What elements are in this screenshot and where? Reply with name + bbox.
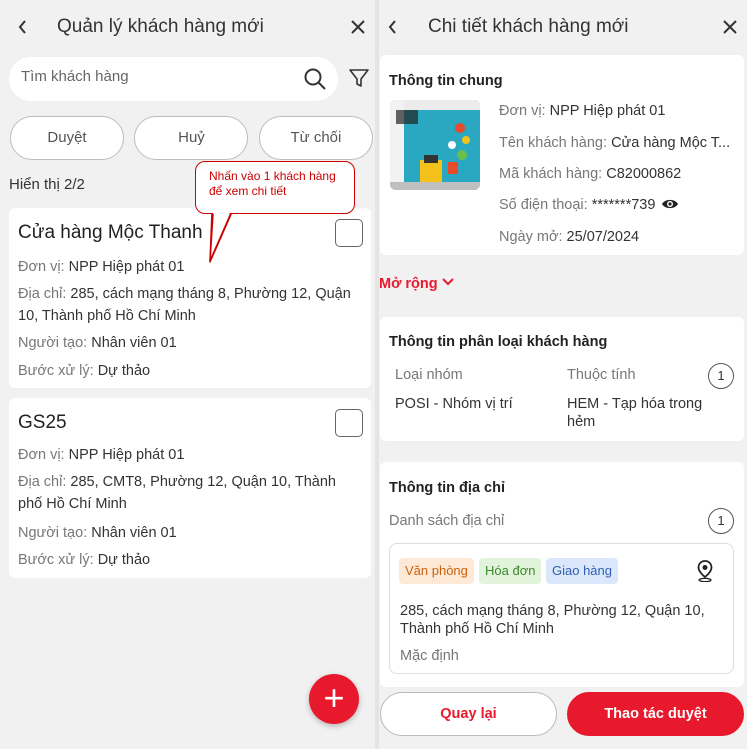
tag-delivery: Giao hàng [546, 558, 618, 584]
section-title: Thông tin phân loại khách hàng [389, 334, 608, 350]
section-title: Thông tin địa chỉ [389, 480, 505, 496]
customer-card[interactable]: GS25 Đơn vị: NPP Hiệp phát 01 Địa chỉ: 2… [9, 398, 371, 578]
address-item[interactable]: Văn phòng Hóa đơn Giao hàng 285, cách mạ… [389, 543, 734, 674]
classification-section: Thông tin phân loại khách hàng Loại nhóm… [380, 317, 744, 441]
chevron-left-icon [18, 20, 26, 34]
back-action-button[interactable]: Quay lại [380, 692, 557, 736]
step-row: Bước xử lý: Dự thảo [18, 363, 151, 379]
add-customer-button[interactable]: + [309, 674, 359, 724]
step-row: Bước xử lý: Dự thảo [18, 552, 151, 568]
customer-card[interactable]: Cửa hàng Mộc Thanh Đơn vị: NPP Hiệp phát… [9, 208, 371, 388]
select-checkbox[interactable] [335, 409, 363, 437]
customer-name-row: Tên khách hàng: Cửa hàng Mộc T... [499, 135, 731, 151]
address-count-badge: 1 [708, 508, 734, 534]
default-label: Mặc định [400, 648, 459, 664]
close-icon [351, 20, 365, 34]
list-header: Quản lý khách hàng mới [0, 0, 375, 54]
store-photo[interactable] [390, 100, 480, 190]
close-icon [723, 20, 737, 34]
map-pin-icon[interactable] [697, 560, 713, 582]
expand-toggle[interactable]: Mở rộng [379, 276, 454, 292]
classification-count-badge: 1 [708, 363, 734, 389]
customer-detail-screen: Chi tiết khách hàng mới Thông tin chung [379, 0, 747, 749]
chip-reject[interactable]: Từ chối [258, 116, 373, 160]
unit-row: Đơn vị: NPP Hiệp phát 01 [18, 259, 185, 275]
group-type-label: Loại nhóm [395, 367, 463, 383]
address-row: Địa chỉ: 285, CMT8, Phường 12, Quận 10, … [18, 474, 336, 512]
phone-row: Số điện thoại: *******739 [499, 197, 679, 213]
creator-row: Người tạo: Nhân viên 01 [18, 525, 177, 541]
address-text: 285, cách mạng tháng 8, Phường 12, Quận … [400, 603, 705, 637]
approve-action-button[interactable]: Thao tác duyệt [567, 692, 744, 736]
tag-office: Văn phòng [399, 558, 474, 584]
search-bar [9, 57, 338, 101]
page-title: Quản lý khách hàng mới [57, 16, 264, 37]
creator-row: Người tạo: Nhân viên 01 [18, 335, 177, 351]
filter-icon[interactable] [348, 67, 370, 89]
attribute-value: HEM - Tạp hóa trong hẻm [567, 396, 703, 430]
chevron-left-icon [388, 20, 396, 34]
chip-approve[interactable]: Duyệt [10, 116, 124, 160]
status-filter-chips: Duyệt Huỷ Từ chối [10, 116, 375, 160]
tag-invoice: Hóa đơn [479, 558, 542, 584]
unit-row: Đơn vị: NPP Hiệp phát 01 [18, 447, 185, 463]
attribute-label: Thuộc tính [567, 367, 636, 383]
customer-list-screen: Quản lý khách hàng mới Duyệt Huỷ Từ chối… [0, 0, 375, 749]
section-title: Thông tin chung [389, 73, 503, 89]
customer-name: GS25 [18, 412, 67, 433]
group-type-value: POSI - Nhóm vị trí [395, 396, 513, 412]
result-count: Hiển thị 2/2 [9, 176, 85, 193]
back-button[interactable] [12, 14, 34, 40]
chevron-down-icon [441, 278, 454, 286]
callout-note: Nhấn vào 1 khách hàng để xem chi tiết [195, 161, 355, 214]
search-icon[interactable] [303, 67, 327, 91]
close-button[interactable] [718, 14, 742, 40]
detail-header: Chi tiết khách hàng mới [379, 0, 747, 54]
close-button[interactable] [346, 14, 370, 40]
store-photo-image [390, 100, 480, 190]
customer-code-row: Mã khách hàng: C82000862 [499, 166, 682, 182]
select-checkbox[interactable] [335, 219, 363, 247]
address-row: Địa chỉ: 285, cách mạng tháng 8, Phường … [18, 286, 351, 324]
search-input[interactable] [21, 68, 291, 85]
customer-name: Cửa hàng Mộc Thanh [18, 222, 203, 243]
back-button[interactable] [382, 14, 404, 40]
eye-icon[interactable] [661, 197, 679, 211]
open-date-row: Ngày mở: 25/07/2024 [499, 229, 640, 245]
page-title: Chi tiết khách hàng mới [428, 16, 629, 37]
chip-cancel[interactable]: Huỷ [134, 116, 249, 160]
general-info-section: Thông tin chung Đơn vị: NPP Hiệp phát 01… [380, 55, 744, 255]
unit-row: Đơn vị: NPP Hiệp phát 01 [499, 103, 666, 119]
address-list-label: Danh sách địa chỉ [389, 513, 505, 529]
